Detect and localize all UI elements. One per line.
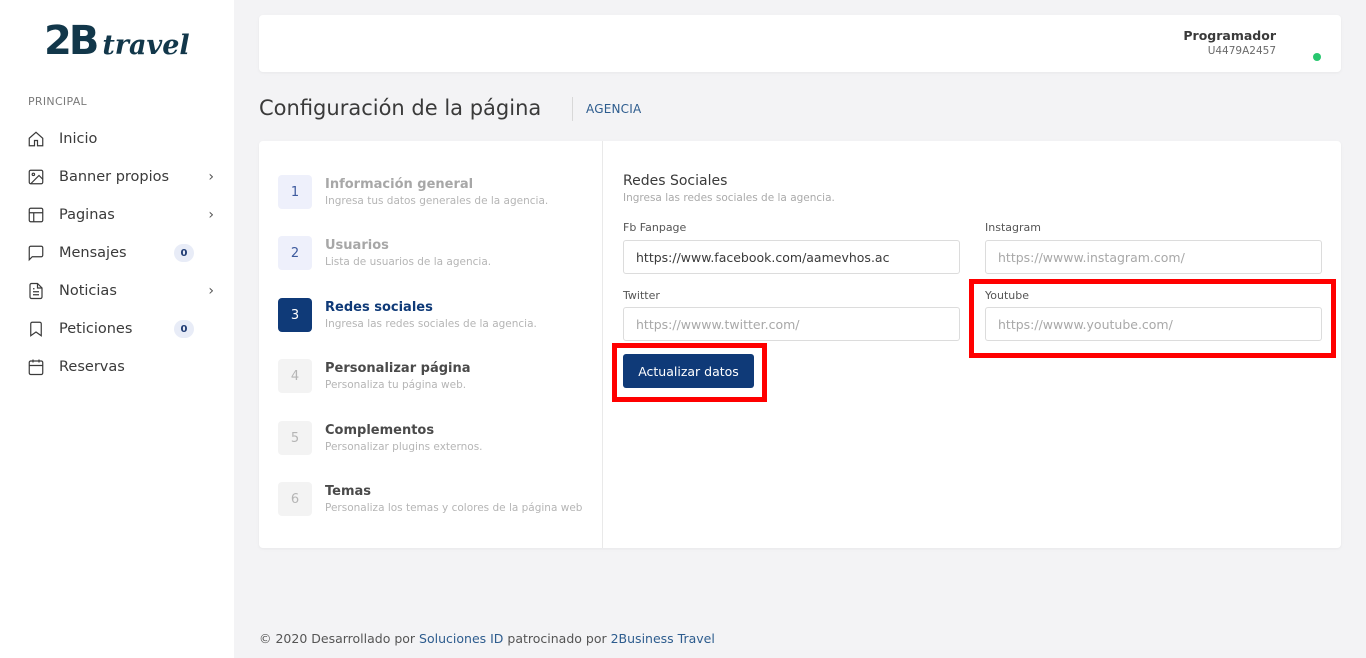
step-number: 4 [278,359,312,393]
bookmark-icon [27,320,45,338]
step-title: Personalizar página [325,361,471,376]
step-description: Personalizar plugins externos. [325,441,483,453]
step-number: 3 [278,298,312,332]
step-title: Redes sociales [325,300,433,315]
step-temas[interactable]: 6 Temas Personaliza los temas y colores … [278,482,582,516]
step-number: 5 [278,421,312,455]
user-code: U4479A2457 [1207,45,1276,57]
sidebar-item-label: Noticias [59,283,117,299]
wizard-steps: 1 Información general Ingresa tus datos … [259,141,603,548]
form-title: Redes Sociales [623,173,728,189]
count-badge: 0 [174,320,194,338]
sidebar-item-inicio[interactable]: Inicio [0,120,234,158]
sidebar-item-label: Peticiones [59,321,133,337]
step-personalizar-pagina[interactable]: 4 Personalizar página Personaliza tu pág… [278,359,471,393]
brand-logo[interactable]: 2B travel [44,18,190,66]
soluciones-id-link[interactable]: Soluciones ID [419,631,503,646]
sidebar-item-paginas[interactable]: Paginas › [0,196,234,234]
page-title: Configuración de la página [259,96,542,120]
step-title: Complementos [325,423,435,438]
layout-icon [27,206,45,224]
fb-fanpage-input[interactable] [623,240,960,274]
update-data-button[interactable]: Actualizar datos [623,354,754,388]
user-name[interactable]: Programador [1183,28,1276,43]
step-title: Temas [325,484,372,499]
calendar-icon [27,358,45,376]
sidebar-item-label: Banner propios [59,169,170,185]
step-title: Información general [325,177,474,192]
sidebar-item-banner-propios[interactable]: Banner propios › [0,158,234,196]
message-icon [27,244,45,262]
sidebar-item-reservas[interactable]: Reservas [0,348,234,386]
fb-label: Fb Fanpage [623,221,687,234]
step-description: Lista de usuarios de la agencia. [325,256,492,268]
sidebar-item-mensajes[interactable]: Mensajes 0 [0,234,234,272]
step-number: 6 [278,482,312,516]
settings-card: 1 Información general Ingresa tus datos … [259,141,1341,548]
top-bar: Programador U4479A2457 [259,15,1341,72]
instagram-input[interactable] [985,240,1322,274]
sidebar-item-label: Inicio [59,131,98,147]
sidebar-item-label: Mensajes [59,245,127,261]
document-icon [27,282,45,300]
sidebar-item-peticiones[interactable]: Peticiones 0 [0,310,234,348]
twitter-label: Twitter [623,289,660,302]
step-complementos[interactable]: 5 Complementos Personalizar plugins exte… [278,421,483,455]
step-informacion-general[interactable]: 1 Información general Ingresa tus datos … [278,175,548,209]
sidebar-item-label: Paginas [59,207,115,223]
footer-text: patrocinado por [503,631,611,646]
step-number: 1 [278,175,312,209]
footer-text: © 2020 Desarrollado por [259,631,420,646]
sidebar: 2B travel PRINCIPAL Inicio Banner propio… [0,0,234,658]
sidebar-nav: Inicio Banner propios › Paginas › Mensaj… [0,120,234,386]
instagram-label: Instagram [985,221,1041,234]
youtube-input[interactable] [985,307,1322,341]
step-usuarios[interactable]: 2 Usuarios Lista de usuarios de la agenc… [278,236,491,270]
breadcrumb[interactable]: AGENCIA [586,102,641,116]
sidebar-section-label: PRINCIPAL [28,95,87,108]
footer: © 2020 Desarrollado por Soluciones ID pa… [259,631,715,646]
step-description: Ingresa las redes sociales de la agencia… [325,318,537,330]
step-description: Personaliza los temas y colores de la pá… [325,502,583,514]
step-number: 2 [278,236,312,270]
logo-wordmark: travel [102,30,190,61]
2business-travel-link[interactable]: 2Business Travel [611,631,715,646]
chevron-right-icon: › [208,207,214,223]
title-divider [572,97,573,121]
twitter-input[interactable] [623,307,960,341]
step-redes-sociales[interactable]: 3 Redes sociales Ingresa las redes socia… [278,298,537,332]
online-status-dot [1313,53,1321,61]
sidebar-item-label: Reservas [59,359,125,375]
logo-mark: 2B [44,18,99,64]
sidebar-item-noticias[interactable]: Noticias › [0,272,234,310]
home-icon [27,130,45,148]
count-badge: 0 [174,244,194,262]
form-subtitle: Ingresa las redes sociales de la agencia… [623,192,835,204]
step-title: Usuarios [325,238,389,253]
chevron-right-icon: › [208,283,214,299]
image-icon [27,168,45,186]
step-description: Ingresa tus datos generales de la agenci… [325,195,549,207]
youtube-label: Youtube [985,289,1029,302]
chevron-right-icon: › [208,169,214,185]
step-description: Personaliza tu página web. [325,379,467,391]
